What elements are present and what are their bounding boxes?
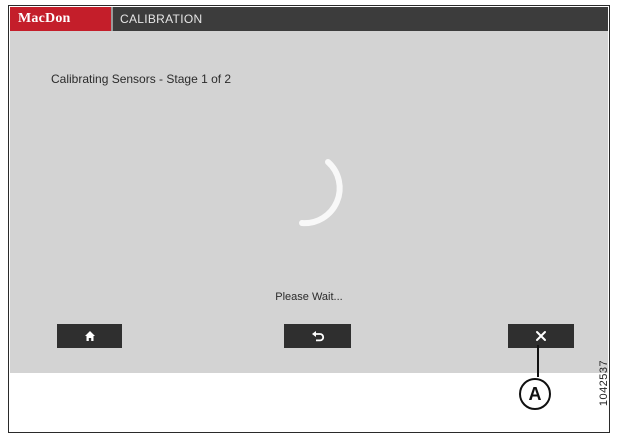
loading-spinner-icon <box>299 159 343 227</box>
cancel-button[interactable] <box>508 324 574 348</box>
brand-logo: MacDon <box>10 7 111 31</box>
back-button[interactable] <box>284 324 351 348</box>
display-screen: MacDon CALIBRATION Calibrating Sensors -… <box>10 7 608 373</box>
wait-message: Please Wait... <box>275 291 343 303</box>
calibration-status: Calibrating Sensors - Stage 1 of 2 <box>51 72 232 86</box>
home-icon <box>84 331 95 341</box>
figure-frame: MacDon CALIBRATION Calibrating Sensors -… <box>8 5 610 433</box>
figure-number: 1042537 <box>598 359 610 407</box>
page-title: CALIBRATION <box>120 12 203 26</box>
home-button[interactable] <box>57 324 122 348</box>
close-icon <box>536 331 546 341</box>
callout-label: A <box>519 378 551 410</box>
header-bar: MacDon CALIBRATION <box>10 7 608 31</box>
callout-leader-line <box>537 345 539 377</box>
back-arrow-icon <box>311 331 324 342</box>
header-divider <box>111 7 113 31</box>
